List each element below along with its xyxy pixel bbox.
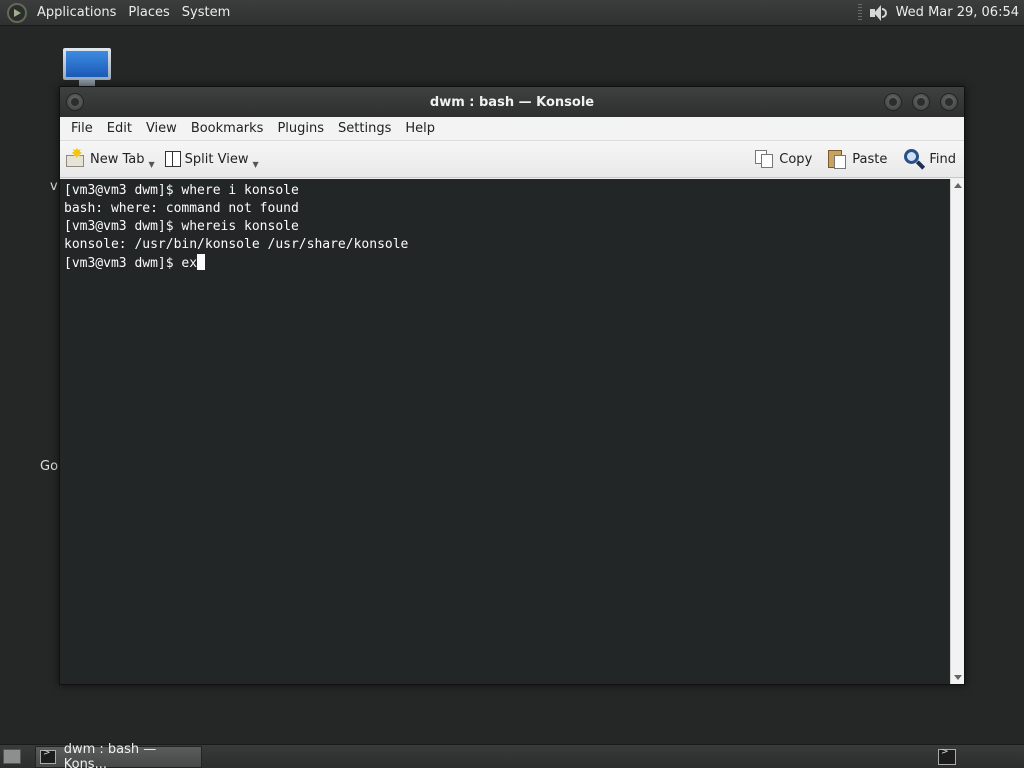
- copy-button[interactable]: Copy: [755, 150, 812, 168]
- new-tab-button[interactable]: ✸ New Tab ▼: [66, 147, 155, 169]
- show-desktop-icon[interactable]: [3, 749, 21, 764]
- window-menu-button[interactable]: [66, 93, 84, 111]
- clock[interactable]: Wed Mar 29, 06:54: [896, 5, 1019, 20]
- terminal-output[interactable]: [vm3@vm3 dwm]$ where i konsole bash: whe…: [60, 179, 950, 684]
- terminal-line: [vm3@vm3 dwm]$ where i konsole: [64, 183, 299, 198]
- paste-button[interactable]: Paste: [828, 149, 887, 169]
- new-tab-label: New Tab: [90, 151, 145, 167]
- paste-label: Paste: [852, 151, 888, 167]
- find-icon: [903, 148, 926, 170]
- menu-settings[interactable]: Settings: [331, 121, 398, 136]
- menu-file[interactable]: File: [64, 121, 100, 136]
- panel-separator: [857, 3, 862, 22]
- panel-tray: Wed Mar 29, 06:54: [857, 0, 1024, 25]
- find-button[interactable]: Find: [903, 148, 956, 170]
- minimize-button[interactable]: [884, 93, 902, 111]
- new-tab-icon: ✸: [66, 147, 86, 167]
- new-tab-dropdown-icon[interactable]: ▼: [149, 160, 155, 169]
- system-menu[interactable]: System: [176, 5, 236, 20]
- split-view-label: Split View: [184, 151, 249, 167]
- terminal-line: [vm3@vm3 dwm]$ whereis konsole: [64, 219, 299, 234]
- menu-bookmarks[interactable]: Bookmarks: [184, 121, 271, 136]
- terminal-line: bash: where: command not found: [64, 201, 299, 216]
- places-menu[interactable]: Places: [122, 5, 175, 20]
- toolbar-right: Copy Paste Find: [739, 148, 956, 170]
- close-button[interactable]: [940, 93, 958, 111]
- find-label: Find: [929, 151, 956, 167]
- split-view-button[interactable]: Split View ▼: [164, 150, 259, 169]
- applications-menu[interactable]: Applications: [31, 5, 122, 20]
- toolbar: ✸ New Tab ▼ Split View ▼ Copy Paste Find: [60, 141, 964, 178]
- maximize-button[interactable]: [912, 93, 930, 111]
- desktop-icon-label[interactable]: Go: [40, 459, 58, 474]
- text-cursor: [197, 254, 206, 270]
- copy-icon: [755, 150, 775, 168]
- terminal-scrollbar[interactable]: [950, 179, 964, 684]
- menu-plugins[interactable]: Plugins: [270, 121, 331, 136]
- split-view-icon: [164, 151, 181, 167]
- tray-terminal-icon[interactable]: [938, 747, 956, 765]
- konsole-window: dwm : bash — Konsole File Edit View Book…: [59, 86, 965, 685]
- terminal-icon: [40, 748, 56, 764]
- bottom-panel: dwm : bash — Kons...: [0, 742, 1024, 768]
- copy-label: Copy: [779, 151, 813, 167]
- scroll-up-icon[interactable]: [954, 183, 962, 188]
- scroll-down-icon[interactable]: [954, 675, 962, 680]
- top-panel: Applications Places System Wed Mar 29, 0…: [0, 0, 1024, 26]
- terminal-prompt-line: [vm3@vm3 dwm]$ ex: [64, 254, 950, 272]
- taskbar-item-konsole[interactable]: dwm : bash — Kons...: [35, 742, 202, 768]
- menu-view[interactable]: View: [139, 121, 184, 136]
- terminal-current-input: [vm3@vm3 dwm]$ ex: [64, 256, 198, 271]
- menu-bar: File Edit View Bookmarks Plugins Setting…: [60, 117, 964, 141]
- distro-logo-icon[interactable]: [7, 2, 27, 23]
- volume-icon[interactable]: [868, 4, 888, 22]
- desktop-icon-label[interactable]: v: [50, 179, 58, 194]
- menu-help[interactable]: Help: [398, 121, 442, 136]
- taskbar-item-label: dwm : bash — Kons...: [63, 742, 157, 768]
- split-view-dropdown-icon[interactable]: ▼: [252, 160, 258, 169]
- terminal-line: konsole: /usr/bin/konsole /usr/share/kon…: [64, 237, 409, 252]
- computer-icon[interactable]: [63, 48, 113, 88]
- paste-icon: [828, 149, 848, 169]
- menu-edit[interactable]: Edit: [100, 121, 139, 136]
- window-titlebar[interactable]: dwm : bash — Konsole: [60, 87, 964, 117]
- window-title: dwm : bash — Konsole: [429, 94, 595, 110]
